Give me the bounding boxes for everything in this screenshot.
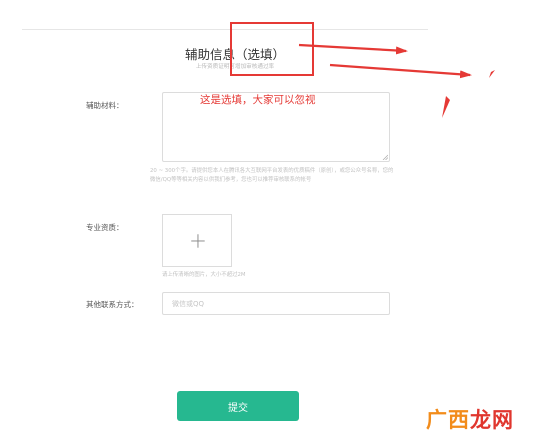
plus-icon bbox=[191, 234, 205, 248]
annotation-note: 这是选填，大家可以忽视 bbox=[200, 94, 316, 106]
watermark-part2: 龙网 bbox=[470, 408, 514, 432]
materials-label: 辅助材料： bbox=[86, 101, 124, 110]
upload-button[interactable] bbox=[162, 214, 232, 267]
watermark-part1: 广西 bbox=[426, 408, 470, 432]
qualification-help: 请上传清晰的图片，大小不超过2M bbox=[162, 272, 246, 278]
arrow-small-lower bbox=[442, 96, 450, 118]
top-divider bbox=[22, 29, 428, 30]
watermark-logo: 广西龙网 bbox=[426, 404, 514, 434]
submit-button[interactable]: 提交 bbox=[177, 391, 299, 421]
materials-help: 20 ~ 300个字。请提供您本人在腾讯各大互联网平台发表的优质稿件（原创），或… bbox=[150, 168, 394, 183]
qualification-label: 专业资质： bbox=[86, 223, 124, 232]
resize-handle-icon[interactable] bbox=[382, 154, 388, 160]
contact-input[interactable] bbox=[162, 292, 390, 315]
arrow-small-right bbox=[489, 70, 495, 78]
highlight-box bbox=[230, 22, 314, 76]
contact-label: 其他联系方式： bbox=[86, 300, 139, 309]
